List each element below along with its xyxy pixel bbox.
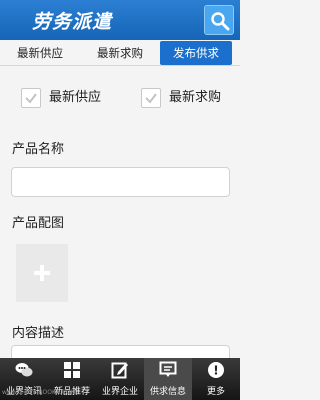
nav-label: 更多 <box>206 387 225 397</box>
nav-item-companies[interactable]: 业界企业 <box>96 358 144 400</box>
nav-item-more[interactable]: ! 更多 <box>192 358 240 400</box>
edit-icon <box>111 362 128 379</box>
check-icon <box>25 93 37 104</box>
watermark-text: www.d.com BOOKA.COM <box>2 389 76 396</box>
checkbox-latest-supply[interactable] <box>21 88 41 108</box>
checkbox-label-latest-demand: 最新求购 <box>169 90 222 105</box>
nav-label: 供求信息 <box>149 387 186 397</box>
nav-label: 业界企业 <box>101 387 138 397</box>
image-upload-button[interactable] <box>16 244 68 302</box>
product-image-label: 产品配图 <box>12 216 65 231</box>
product-name-input[interactable] <box>11 167 230 197</box>
app-header: 劳务派遣 <box>0 0 240 40</box>
tab-latest-supply[interactable]: 最新供应 <box>0 41 80 65</box>
grid-icon <box>64 362 80 378</box>
product-name-label: 产品名称 <box>12 142 65 157</box>
message-icon <box>159 361 177 377</box>
filter-checkboxes: 最新供应 最新求购 <box>0 86 240 112</box>
checkbox-latest-demand[interactable] <box>141 88 161 108</box>
more-icon: ! <box>208 362 224 378</box>
search-button[interactable] <box>204 5 234 35</box>
description-label: 内容描述 <box>12 326 65 341</box>
checkbox-label-latest-supply: 最新供应 <box>49 90 102 105</box>
chat-icon <box>15 363 33 377</box>
search-icon <box>211 12 230 31</box>
tab-bar: 最新供应 最新求购 发布供求 <box>0 40 240 66</box>
nav-item-supply-demand[interactable]: 供求信息 <box>144 358 192 400</box>
svg-text:!: ! <box>213 364 218 378</box>
app-title: 劳务派遣 <box>32 11 113 33</box>
check-icon <box>145 93 157 104</box>
tab-publish[interactable]: 发布供求 <box>160 41 232 65</box>
tab-latest-demand[interactable]: 最新求购 <box>80 41 160 65</box>
